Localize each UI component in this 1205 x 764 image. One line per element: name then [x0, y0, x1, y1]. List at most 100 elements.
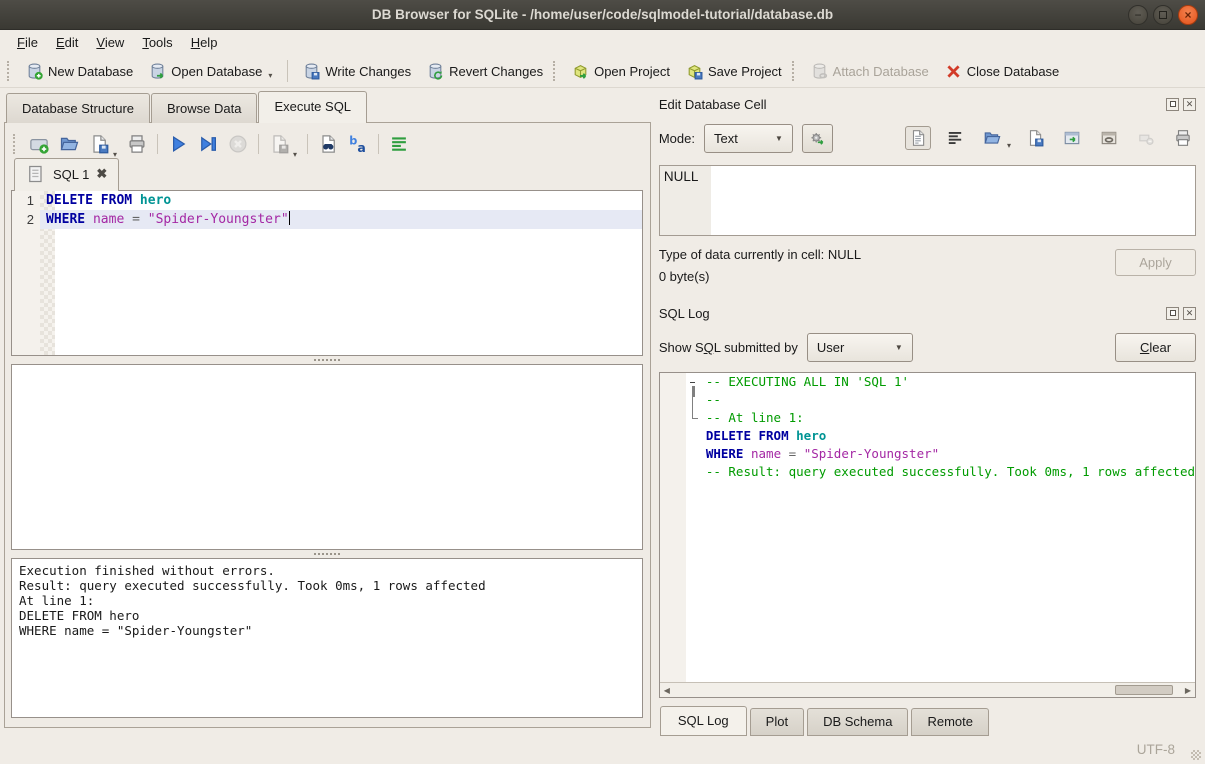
- code-line: 3-- At line 1:: [660, 409, 1195, 427]
- code-text: --: [703, 391, 1195, 409]
- apply-format-button[interactable]: [802, 124, 833, 153]
- scroll-right-icon[interactable]: ▶: [1181, 686, 1195, 695]
- toolbar-button-label: New Database: [48, 64, 133, 79]
- tab-browse-data[interactable]: Browse Data: [151, 93, 257, 123]
- clear-log-button[interactable]: Clear: [1115, 333, 1196, 362]
- close-database-button[interactable]: Close Database: [937, 59, 1068, 84]
- save-sql-file-icon[interactable]: [89, 134, 109, 154]
- code-line: 1DELETE FROM hero: [12, 191, 642, 210]
- save-results-icon[interactable]: [269, 134, 289, 154]
- scrollbar-thumb[interactable]: [1115, 685, 1173, 695]
- maximize-icon[interactable]: [1153, 5, 1173, 25]
- menu-item-file[interactable]: File: [8, 32, 47, 54]
- new-database-button[interactable]: New Database: [18, 59, 141, 84]
- float-dock-icon[interactable]: [1166, 98, 1179, 111]
- scroll-left-icon[interactable]: ◀: [660, 686, 674, 695]
- edit-cell-title: Edit Database Cell: [659, 97, 1166, 112]
- results-message-splitter[interactable]: [11, 550, 643, 558]
- menu-item-view[interactable]: View: [87, 32, 133, 54]
- svg-text:a: a: [357, 140, 365, 154]
- code-text: -- Result: query executed successfully. …: [703, 463, 1195, 481]
- close-dock-icon[interactable]: ✕: [1183, 307, 1196, 320]
- import-data-icon[interactable]: [979, 126, 1005, 150]
- fold-margin: [686, 391, 703, 409]
- tab-database-structure[interactable]: Database Structure: [6, 93, 150, 123]
- toolbar-button-label: Open Project: [594, 64, 670, 79]
- dropdown-arrow-icon[interactable]: ▾: [268, 71, 272, 80]
- left-pane: Database StructureBrowse DataExecute SQL…: [0, 88, 651, 732]
- submitted-by-value: User: [817, 340, 844, 355]
- resize-grip[interactable]: [1191, 750, 1201, 760]
- right-dock: Edit Database Cell ✕ Mode: Text ▼ ▾ NULL…: [651, 88, 1205, 732]
- open-project-button[interactable]: Open Project: [564, 59, 678, 84]
- new-sql-tab-icon[interactable]: [29, 134, 49, 154]
- set-null-icon[interactable]: [1133, 126, 1159, 150]
- sql-token: hero: [140, 193, 171, 208]
- menu-item-edit[interactable]: Edit: [47, 32, 87, 54]
- tab-execute-sql[interactable]: Execute SQL: [258, 91, 367, 123]
- minimize-icon[interactable]: −: [1128, 5, 1148, 25]
- close-dock-icon[interactable]: ✕: [1183, 98, 1196, 111]
- open-database-button[interactable]: Open Database ▾: [141, 59, 280, 84]
- window-controls: − ×: [1128, 5, 1198, 25]
- window-title: DB Browser for SQLite - /home/user/code/…: [0, 7, 1205, 22]
- message-line: WHERE name = "Spider-Youngster": [19, 623, 635, 638]
- close-icon[interactable]: ×: [1178, 5, 1198, 25]
- execute-current-line-icon[interactable]: [198, 134, 218, 154]
- toolbar-handle[interactable]: [553, 61, 558, 81]
- db-new-icon: [26, 63, 43, 80]
- float-dock-icon[interactable]: [1166, 307, 1179, 320]
- execute-all-icon[interactable]: [168, 134, 188, 154]
- fold-margin: [686, 427, 703, 445]
- word-wrap-icon[interactable]: [942, 126, 968, 150]
- line-number: 2: [12, 210, 40, 229]
- apply-button[interactable]: Apply: [1115, 249, 1196, 276]
- open-external-icon[interactable]: [1059, 126, 1085, 150]
- save-project-button[interactable]: Save Project: [678, 59, 790, 84]
- toolbar-handle[interactable]: [13, 134, 17, 154]
- results-grid: [11, 364, 643, 550]
- find-replace-icon[interactable]: [318, 134, 338, 154]
- format-sql-icon[interactable]: [389, 134, 409, 154]
- edit-cell-dock-header: Edit Database Cell ✕: [659, 94, 1196, 114]
- text-mode-icon[interactable]: [905, 126, 931, 150]
- toolbar-separator: [157, 134, 158, 154]
- fold-marker-icon[interactable]: [686, 373, 703, 391]
- mode-select[interactable]: Text ▼: [704, 124, 793, 153]
- log-horizontal-scrollbar[interactable]: ◀ ▶: [660, 682, 1195, 697]
- main-toolbar: New Database Open Database ▾ Write Changes R…: [0, 55, 1205, 88]
- cell-value-editor[interactable]: NULL: [659, 165, 1196, 236]
- menu-item-tools[interactable]: Tools: [133, 32, 181, 54]
- open-sql-file-icon[interactable]: [59, 134, 79, 154]
- text-cursor: [289, 211, 291, 225]
- code-line: 7: [660, 481, 1195, 499]
- revert-changes-button[interactable]: Revert Changes: [419, 59, 551, 84]
- sql-editor[interactable]: 1DELETE FROM hero2WHERE name = "Spider-Y…: [11, 190, 643, 356]
- dropdown-arrow-icon[interactable]: ▾: [1007, 141, 1011, 150]
- dropdown-arrow-icon[interactable]: ▾: [293, 150, 297, 159]
- tab-close-icon[interactable]: ✖: [96, 166, 107, 182]
- sql-file-tab[interactable]: SQL 1 ✖: [14, 158, 119, 191]
- export-data-icon[interactable]: [1022, 126, 1048, 150]
- message-line: Execution finished without errors.: [19, 563, 635, 578]
- toolbar-handle[interactable]: [792, 61, 797, 81]
- print-cell-icon[interactable]: [1170, 126, 1196, 150]
- toolbar-button-label: Write Changes: [325, 64, 411, 79]
- stop-execution-icon[interactable]: [228, 134, 248, 154]
- sql-log-title: SQL Log: [659, 306, 1166, 321]
- toolbar-handle[interactable]: [7, 61, 12, 81]
- menu-item-help[interactable]: Help: [182, 32, 227, 54]
- status-bar: UTF-8: [0, 732, 1205, 764]
- toolbar-separator: [287, 60, 288, 82]
- editor-results-splitter[interactable]: [11, 356, 643, 364]
- attach-database-button[interactable]: Attach Database: [803, 59, 937, 84]
- toolbar-button-label: Open Database: [171, 64, 262, 79]
- write-changes-button[interactable]: Write Changes: [295, 59, 419, 84]
- sql-token: "Spider-Youngster": [804, 446, 939, 461]
- print-sql-icon[interactable]: [127, 134, 147, 154]
- submitted-by-select[interactable]: User ▼: [807, 333, 913, 362]
- toolbar-button-label: Revert Changes: [449, 64, 543, 79]
- set-link-icon[interactable]: [1096, 126, 1122, 150]
- auto-complete-icon[interactable]: ba: [348, 134, 368, 154]
- execution-message-pane: Execution finished without errors.Result…: [11, 558, 643, 718]
